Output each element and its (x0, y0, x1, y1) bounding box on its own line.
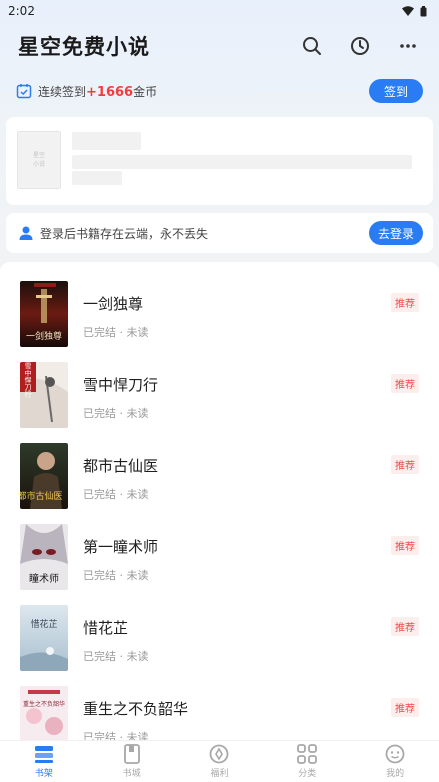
book-item[interactable]: 雪中悍刀行 雪中悍刀行 已完结 · 未读 推荐 (0, 362, 439, 432)
book-status: 已完结 (83, 326, 116, 339)
search-button[interactable] (301, 35, 323, 57)
recommend-badge: 推荐 (391, 617, 419, 636)
book-item[interactable]: 惜花芷 惜花芷 已完结 · 未读 推荐 (0, 605, 439, 675)
bookshelf-icon (34, 746, 53, 763)
checkin-button[interactable]: 签到 (369, 79, 423, 103)
recommend-badge: 推荐 (391, 293, 419, 312)
book-cover-text: 雪中悍刀行 (24, 363, 32, 399)
recent-reading-card[interactable]: 星空 小说 (6, 117, 433, 205)
book-progress: 未读 (126, 731, 149, 740)
book-status: 已完结 (83, 731, 116, 740)
clock-icon (351, 37, 369, 55)
book-cover-text: 一剑独尊 (26, 330, 62, 342)
checkin-row: 连续签到+1666金币 签到 (16, 78, 423, 104)
book-cover: 惜花芷 (20, 605, 68, 671)
placeholder-cover: 星空 小说 (17, 131, 61, 189)
bottom-nav: 书架 书城 福利 分类 我的 (0, 740, 439, 782)
placeholder-line-bar (72, 155, 412, 169)
book-title: 重生之不负韶华 (83, 700, 189, 718)
category-icon (297, 744, 318, 764)
placeholder-title-bar (72, 132, 141, 150)
book-title: 第一瞳术师 (83, 538, 159, 556)
more-dots-icon (400, 44, 416, 48)
book-cover-text: 都市古仙医 (20, 490, 63, 502)
book-title: 都市古仙医 (83, 457, 159, 475)
book-cover: 雪中悍刀行 (20, 362, 68, 428)
book-cover: 一剑独尊 (20, 281, 68, 347)
recommend-badge: 推荐 (391, 455, 419, 474)
book-item[interactable]: 重生之不负韶华 重生之不负韶华 已完结 · 未读 推荐 (0, 686, 439, 740)
book-status: 已完结 (83, 488, 116, 501)
bookstore-icon (123, 744, 140, 764)
book-progress: 未读 (126, 488, 149, 501)
placeholder-short-bar (72, 171, 122, 185)
book-cover: 重生之不负韶华 (20, 686, 68, 740)
nav-bookshelf[interactable]: 书架 (14, 744, 74, 779)
login-banner-text: 登录后书籍存在云端，永不丢失 (40, 226, 209, 241)
recommend-badge: 推荐 (391, 698, 419, 717)
login-button[interactable]: 去登录 (369, 221, 423, 245)
login-banner: 登录后书籍存在云端，永不丢失 去登录 (6, 213, 433, 253)
checkin-suffix: 金币 (133, 84, 158, 99)
nav-label: 我的 (386, 769, 405, 779)
book-item[interactable]: 瞳术师 第一瞳术师 已完结 · 未读 推荐 (0, 524, 439, 594)
calendar-check-icon (16, 84, 32, 99)
book-cover-text: 瞳术师 (29, 572, 59, 585)
nav-bookstore[interactable]: 书城 (102, 744, 162, 779)
book-status: 已完结 (83, 569, 116, 582)
book-progress: 未读 (126, 326, 149, 339)
nav-label: 分类 (298, 769, 317, 779)
nav-label: 福利 (210, 769, 229, 779)
user-icon (19, 226, 33, 240)
nav-welfare[interactable]: 福利 (189, 744, 249, 779)
book-progress: 未读 (126, 407, 149, 420)
profile-icon (385, 744, 405, 764)
book-title: 雪中悍刀行 (83, 376, 159, 394)
book-status: 已完结 (83, 407, 116, 420)
placeholder-cover-text: 星空 (32, 152, 45, 159)
book-item[interactable]: 一剑独尊 一剑独尊 已完结 · 未读 推荐 (0, 281, 439, 351)
book-cover-text: 重生之不负韶华 (23, 700, 65, 708)
welfare-icon (210, 744, 229, 764)
book-title: 惜花芷 (83, 619, 129, 637)
book-title: 一剑独尊 (83, 295, 144, 313)
book-item[interactable]: 都市古仙医 都市古仙医 已完结 · 未读 推荐 (0, 443, 439, 513)
status-bar: 2:02 (0, 0, 439, 22)
nav-profile[interactable]: 我的 (365, 744, 425, 779)
more-button[interactable] (397, 35, 419, 57)
checkin-coins: +1666 (86, 84, 134, 100)
book-cover: 都市古仙医 (20, 443, 68, 509)
app-header: 星空免费小说 (0, 26, 439, 66)
wifi-icon (402, 6, 414, 16)
bookshelf-list: 一剑独尊 一剑独尊 已完结 · 未读 推荐 雪中悍刀行 雪中悍刀行 已完结 · … (0, 262, 439, 740)
book-status: 已完结 (83, 650, 116, 663)
recommend-badge: 推荐 (391, 536, 419, 555)
book-cover: 瞳术师 (20, 524, 68, 590)
search-icon (303, 37, 321, 55)
status-time: 2:02 (8, 4, 35, 18)
battery-icon (420, 5, 427, 16)
app-title: 星空免费小说 (18, 35, 150, 59)
history-button[interactable] (349, 35, 371, 57)
book-cover-text: 惜花芷 (30, 618, 57, 630)
recommend-badge: 推荐 (391, 374, 419, 393)
nav-label: 书架 (34, 769, 53, 779)
nav-category[interactable]: 分类 (277, 744, 337, 779)
book-progress: 未读 (126, 650, 149, 663)
nav-label: 书城 (122, 769, 141, 779)
checkin-prefix: 连续签到 (38, 84, 87, 99)
book-progress: 未读 (126, 569, 149, 582)
placeholder-cover-text: 小说 (32, 161, 45, 168)
